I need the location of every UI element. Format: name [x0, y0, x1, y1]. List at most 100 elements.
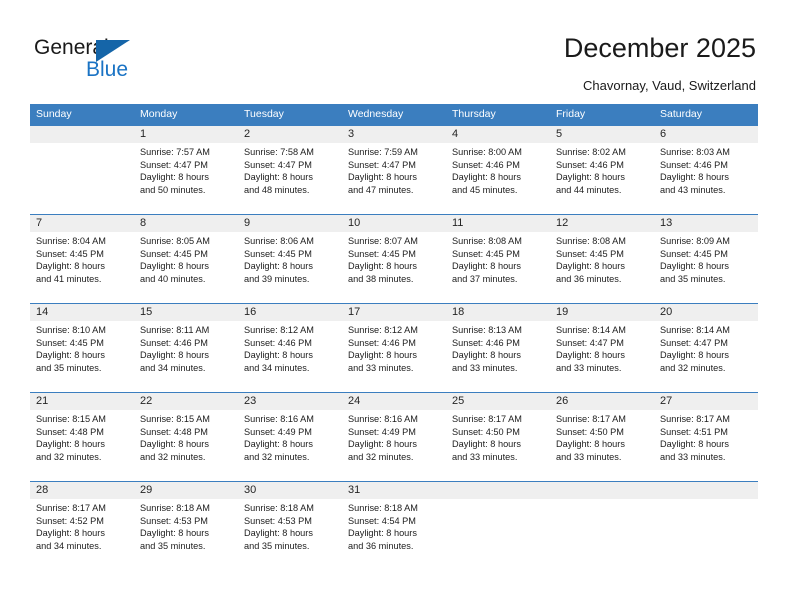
day-cell[interactable]: 29 Sunrise: 8:18 AM Sunset: 4:53 PM Dayl… — [134, 482, 238, 570]
daylight-text-line1: Daylight: 8 hours — [348, 261, 417, 272]
sunset-text: Sunset: 4:45 PM — [452, 248, 520, 259]
day-cell[interactable]: 6 Sunrise: 8:03 AM Sunset: 4:46 PM Dayli… — [654, 126, 758, 214]
day-cell[interactable]: 25 Sunrise: 8:17 AM Sunset: 4:50 PM Dayl… — [446, 393, 550, 481]
daylight-text-line1: Daylight: 8 hours — [244, 172, 313, 183]
day-number: 17 — [342, 304, 446, 321]
day-details: Sunrise: 8:00 AM Sunset: 4:46 PM Dayligh… — [446, 143, 550, 196]
day-cell[interactable]: 19 Sunrise: 8:14 AM Sunset: 4:47 PM Dayl… — [550, 304, 654, 392]
day-cell[interactable]: 21 Sunrise: 8:15 AM Sunset: 4:48 PM Dayl… — [30, 393, 134, 481]
day-cell[interactable]: 17 Sunrise: 8:12 AM Sunset: 4:46 PM Dayl… — [342, 304, 446, 392]
day-cell[interactable]: 4 Sunrise: 8:00 AM Sunset: 4:46 PM Dayli… — [446, 126, 550, 214]
week-row: 14 Sunrise: 8:10 AM Sunset: 4:45 PM Dayl… — [30, 303, 758, 392]
day-cell[interactable]: 18 Sunrise: 8:13 AM Sunset: 4:46 PM Dayl… — [446, 304, 550, 392]
day-number: 28 — [30, 482, 134, 499]
day-number — [550, 482, 654, 499]
daylight-text-line1: Daylight: 8 hours — [660, 261, 729, 272]
daylight-text-line2: and 35 minutes. — [36, 362, 102, 373]
daylight-text-line1: Daylight: 8 hours — [36, 261, 105, 272]
day-details: Sunrise: 8:13 AM Sunset: 4:46 PM Dayligh… — [446, 321, 550, 374]
daylight-text-line2: and 33 minutes. — [452, 362, 518, 373]
day-cell[interactable]: 13 Sunrise: 8:09 AM Sunset: 4:45 PM Dayl… — [654, 215, 758, 303]
day-cell[interactable]: 7 Sunrise: 8:04 AM Sunset: 4:45 PM Dayli… — [30, 215, 134, 303]
day-cell[interactable] — [654, 482, 758, 570]
day-number — [654, 482, 758, 499]
daylight-text-line2: and 38 minutes. — [348, 273, 414, 284]
day-details: Sunrise: 8:12 AM Sunset: 4:46 PM Dayligh… — [342, 321, 446, 374]
day-cell[interactable]: 26 Sunrise: 8:17 AM Sunset: 4:50 PM Dayl… — [550, 393, 654, 481]
sunset-text: Sunset: 4:47 PM — [348, 159, 416, 170]
day-number — [446, 482, 550, 499]
day-cell[interactable]: 28 Sunrise: 8:17 AM Sunset: 4:52 PM Dayl… — [30, 482, 134, 570]
weekday-sunday: Sunday — [36, 108, 72, 120]
day-number: 24 — [342, 393, 446, 410]
sunrise-text: Sunrise: 8:18 AM — [244, 503, 314, 513]
day-number: 11 — [446, 215, 550, 232]
day-details: Sunrise: 8:08 AM Sunset: 4:45 PM Dayligh… — [550, 232, 654, 285]
brand-logo[interactable]: General Blue — [34, 36, 154, 84]
day-cell[interactable]: 10 Sunrise: 8:07 AM Sunset: 4:45 PM Dayl… — [342, 215, 446, 303]
day-cell[interactable]: 23 Sunrise: 8:16 AM Sunset: 4:49 PM Dayl… — [238, 393, 342, 481]
daylight-text-line1: Daylight: 8 hours — [348, 528, 417, 539]
sunrise-text: Sunrise: 8:03 AM — [660, 147, 730, 157]
daylight-text-line1: Daylight: 8 hours — [348, 350, 417, 361]
day-details: Sunrise: 8:17 AM Sunset: 4:50 PM Dayligh… — [446, 410, 550, 463]
day-cell[interactable]: 11 Sunrise: 8:08 AM Sunset: 4:45 PM Dayl… — [446, 215, 550, 303]
daylight-text-line2: and 44 minutes. — [556, 184, 622, 195]
daylight-text-line1: Daylight: 8 hours — [140, 261, 209, 272]
day-number: 1 — [134, 126, 238, 143]
sunset-text: Sunset: 4:48 PM — [36, 426, 104, 437]
day-details: Sunrise: 8:10 AM Sunset: 4:45 PM Dayligh… — [30, 321, 134, 374]
day-cell[interactable] — [446, 482, 550, 570]
daylight-text-line1: Daylight: 8 hours — [36, 439, 105, 450]
page-header: General Blue December 2025 Chavornay, Va… — [0, 0, 792, 104]
day-cell[interactable]: 5 Sunrise: 8:02 AM Sunset: 4:46 PM Dayli… — [550, 126, 654, 214]
day-cell[interactable]: 31 Sunrise: 8:18 AM Sunset: 4:54 PM Dayl… — [342, 482, 446, 570]
sunrise-text: Sunrise: 8:16 AM — [244, 414, 314, 424]
day-number: 4 — [446, 126, 550, 143]
weekday-thursday: Thursday — [452, 108, 496, 120]
day-cell[interactable] — [30, 126, 134, 214]
sunset-text: Sunset: 4:45 PM — [348, 248, 416, 259]
daylight-text-line2: and 39 minutes. — [244, 273, 310, 284]
day-cell[interactable]: 16 Sunrise: 8:12 AM Sunset: 4:46 PM Dayl… — [238, 304, 342, 392]
daylight-text-line2: and 33 minutes. — [556, 451, 622, 462]
sunset-text: Sunset: 4:46 PM — [452, 337, 520, 348]
day-cell[interactable]: 20 Sunrise: 8:14 AM Sunset: 4:47 PM Dayl… — [654, 304, 758, 392]
day-details: Sunrise: 8:17 AM Sunset: 4:52 PM Dayligh… — [30, 499, 134, 552]
sunset-text: Sunset: 4:47 PM — [244, 159, 312, 170]
sunrise-text: Sunrise: 7:57 AM — [140, 147, 210, 157]
day-details: Sunrise: 8:09 AM Sunset: 4:45 PM Dayligh… — [654, 232, 758, 285]
daylight-text-line2: and 34 minutes. — [244, 362, 310, 373]
day-cell[interactable]: 9 Sunrise: 8:06 AM Sunset: 4:45 PM Dayli… — [238, 215, 342, 303]
sunrise-text: Sunrise: 8:09 AM — [660, 236, 730, 246]
day-cell[interactable]: 24 Sunrise: 8:16 AM Sunset: 4:49 PM Dayl… — [342, 393, 446, 481]
day-cell[interactable] — [550, 482, 654, 570]
day-cell[interactable]: 3 Sunrise: 7:59 AM Sunset: 4:47 PM Dayli… — [342, 126, 446, 214]
day-cell[interactable]: 2 Sunrise: 7:58 AM Sunset: 4:47 PM Dayli… — [238, 126, 342, 214]
daylight-text-line1: Daylight: 8 hours — [660, 439, 729, 450]
sunset-text: Sunset: 4:50 PM — [556, 426, 624, 437]
day-details: Sunrise: 8:06 AM Sunset: 4:45 PM Dayligh… — [238, 232, 342, 285]
daylight-text-line1: Daylight: 8 hours — [140, 528, 209, 539]
day-cell[interactable]: 14 Sunrise: 8:10 AM Sunset: 4:45 PM Dayl… — [30, 304, 134, 392]
sunset-text: Sunset: 4:45 PM — [140, 248, 208, 259]
day-cell[interactable]: 8 Sunrise: 8:05 AM Sunset: 4:45 PM Dayli… — [134, 215, 238, 303]
day-details: Sunrise: 8:16 AM Sunset: 4:49 PM Dayligh… — [342, 410, 446, 463]
weekday-tuesday: Tuesday — [244, 108, 284, 120]
day-cell[interactable]: 12 Sunrise: 8:08 AM Sunset: 4:45 PM Dayl… — [550, 215, 654, 303]
day-cell[interactable]: 30 Sunrise: 8:18 AM Sunset: 4:53 PM Dayl… — [238, 482, 342, 570]
day-details: Sunrise: 8:18 AM Sunset: 4:53 PM Dayligh… — [238, 499, 342, 552]
day-details: Sunrise: 8:14 AM Sunset: 4:47 PM Dayligh… — [654, 321, 758, 374]
day-cell[interactable]: 1 Sunrise: 7:57 AM Sunset: 4:47 PM Dayli… — [134, 126, 238, 214]
sunrise-text: Sunrise: 8:14 AM — [660, 325, 730, 335]
daylight-text-line2: and 48 minutes. — [244, 184, 310, 195]
sunrise-text: Sunrise: 8:14 AM — [556, 325, 626, 335]
day-number: 18 — [446, 304, 550, 321]
day-cell[interactable]: 15 Sunrise: 8:11 AM Sunset: 4:46 PM Dayl… — [134, 304, 238, 392]
day-number: 10 — [342, 215, 446, 232]
day-cell[interactable]: 27 Sunrise: 8:17 AM Sunset: 4:51 PM Dayl… — [654, 393, 758, 481]
weekday-saturday: Saturday — [660, 108, 703, 120]
day-number: 16 — [238, 304, 342, 321]
day-cell[interactable]: 22 Sunrise: 8:15 AM Sunset: 4:48 PM Dayl… — [134, 393, 238, 481]
day-details: Sunrise: 8:17 AM Sunset: 4:50 PM Dayligh… — [550, 410, 654, 463]
